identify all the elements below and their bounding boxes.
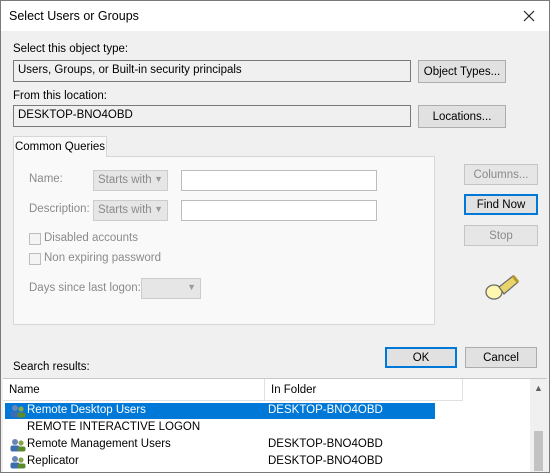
- days-since-logon-label: Days since last logon:: [29, 282, 141, 294]
- group-icon: [10, 439, 26, 452]
- disabled-accounts-label: Disabled accounts: [44, 232, 138, 244]
- column-header-name[interactable]: Name: [3, 379, 265, 401]
- find-now-button[interactable]: Find Now: [464, 194, 538, 215]
- chevron-down-icon: ▼: [154, 204, 163, 214]
- description-input[interactable]: [181, 200, 377, 221]
- name-label: Name:: [29, 173, 63, 185]
- tab-common-queries[interactable]: Common Queries: [13, 136, 107, 157]
- search-results-label: Search results:: [13, 361, 90, 373]
- stop-button[interactable]: Stop: [464, 225, 538, 246]
- row-name: Remote Management Users: [27, 438, 171, 450]
- search-flashlight-icon: [483, 270, 523, 302]
- tab-common-queries-label: Common Queries: [14, 141, 106, 153]
- object-type-field: Users, Groups, or Built-in security prin…: [13, 60, 411, 82]
- columns-button[interactable]: Columns...: [464, 164, 538, 185]
- window-title: Select Users or Groups: [9, 9, 139, 23]
- table-row[interactable]: REMOTE INTERACTIVE LOGON: [5, 420, 435, 436]
- description-label: Description:: [29, 203, 90, 215]
- locations-button[interactable]: Locations...: [418, 105, 506, 128]
- days-since-logon-select[interactable]: ▼: [141, 278, 201, 299]
- chevron-down-icon: ▼: [187, 282, 196, 292]
- row-name: Replicator: [27, 455, 79, 467]
- chevron-down-icon: ▼: [154, 174, 163, 184]
- name-mode-value: Starts with: [98, 174, 152, 186]
- cancel-button[interactable]: Cancel: [465, 347, 537, 368]
- row-name: Remote Desktop Users: [27, 404, 146, 416]
- row-folder: DESKTOP-BNO4OBD: [268, 404, 383, 416]
- description-mode-value: Starts with: [98, 204, 152, 216]
- scrollbar-thumb[interactable]: [534, 431, 543, 471]
- non-expiring-label: Non expiring password: [44, 252, 161, 264]
- name-mode-select[interactable]: Starts with ▼: [93, 170, 168, 191]
- group-icon: [10, 405, 26, 418]
- row-folder: DESKTOP-BNO4OBD: [268, 455, 383, 467]
- group-icon: [10, 456, 26, 469]
- name-input[interactable]: [181, 170, 377, 191]
- table-row[interactable]: Remote Management Users DESKTOP-BNO4OBD: [5, 437, 435, 453]
- description-mode-select[interactable]: Starts with ▼: [93, 200, 168, 221]
- table-row[interactable]: Replicator DESKTOP-BNO4OBD: [5, 454, 435, 470]
- scroll-up-icon[interactable]: ▲: [530, 379, 547, 396]
- search-results-list[interactable]: Name In Folder Remote Desktop Users DESK…: [3, 378, 547, 472]
- title-bar: Select Users or Groups: [1, 1, 549, 31]
- select-users-dialog: Select Users or Groups Select this objec…: [0, 0, 550, 473]
- location-field: DESKTOP-BNO4OBD: [13, 105, 411, 127]
- object-type-label: Select this object type:: [13, 43, 129, 55]
- results-scrollbar[interactable]: ▲: [530, 379, 547, 472]
- row-folder: DESKTOP-BNO4OBD: [268, 438, 383, 450]
- location-label: From this location:: [13, 90, 107, 102]
- disabled-accounts-checkbox[interactable]: [29, 233, 41, 245]
- table-row[interactable]: Remote Desktop Users DESKTOP-BNO4OBD: [5, 403, 435, 419]
- close-icon[interactable]: [509, 1, 549, 31]
- row-name: REMOTE INTERACTIVE LOGON: [27, 421, 201, 433]
- column-header-in-folder[interactable]: In Folder: [265, 379, 463, 401]
- non-expiring-checkbox[interactable]: [29, 253, 41, 265]
- ok-button[interactable]: OK: [385, 347, 457, 368]
- object-types-button[interactable]: Object Types...: [418, 60, 506, 83]
